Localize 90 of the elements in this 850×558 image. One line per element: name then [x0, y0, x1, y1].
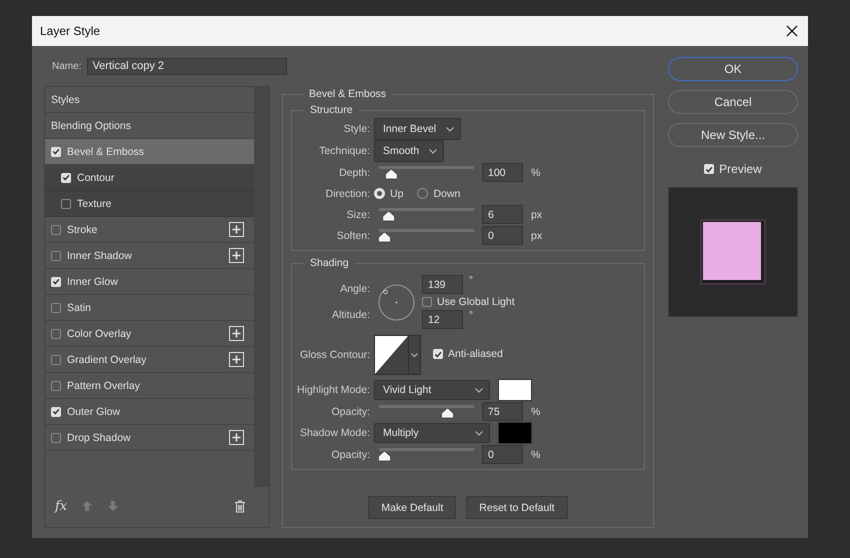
- field-label: Shadow Mode:: [298, 427, 371, 439]
- checkbox-option[interactable]: Anti-aliased: [433, 348, 503, 360]
- style-item[interactable]: Outer Glow: [45, 399, 254, 425]
- altitude-field[interactable]: 12: [422, 310, 463, 329]
- angle-dial[interactable]: [378, 284, 415, 320]
- checkbox[interactable]: [51, 432, 61, 442]
- unit-label: °: [469, 310, 473, 321]
- unit-label: %: [531, 166, 540, 178]
- preview-drawing: [699, 218, 767, 286]
- style-item[interactable]: Gradient Overlay: [45, 347, 254, 373]
- field-label: Technique:: [318, 145, 371, 157]
- color-swatch[interactable]: [498, 379, 532, 401]
- field-label: Opacity:: [330, 406, 371, 418]
- style-item[interactable]: Inner Shadow: [45, 243, 254, 269]
- style-item[interactable]: Stroke: [45, 217, 254, 243]
- checkbox-option[interactable]: Preview: [668, 162, 798, 176]
- field-label: Style:: [342, 123, 371, 135]
- color-swatch[interactable]: [498, 422, 532, 444]
- unit-label: °: [469, 275, 473, 286]
- number-field[interactable]: 0: [482, 226, 523, 245]
- style-item[interactable]: Contour: [45, 165, 254, 191]
- dialog-button[interactable]: New Style...: [668, 123, 798, 147]
- scrollbar[interactable]: [254, 87, 269, 487]
- field-label: Opacity:: [330, 448, 371, 460]
- window-title: Layer Style: [40, 24, 100, 38]
- group-title: Shading: [309, 257, 350, 269]
- field-label: Highlight Mode:: [296, 384, 371, 396]
- field-label: Soften:: [336, 230, 371, 242]
- style-item[interactable]: Drop Shadow: [45, 425, 254, 451]
- caret-icon: [429, 148, 438, 154]
- style-item[interactable]: Inner Glow: [45, 269, 254, 295]
- caret-icon: [446, 126, 454, 132]
- group-title: Structure: [309, 104, 354, 116]
- name-field[interactable]: Vertical copy 2: [87, 58, 288, 74]
- field-label: Gloss Contour:: [298, 349, 371, 361]
- checkbox[interactable]: [51, 250, 61, 260]
- plus-icon[interactable]: [229, 352, 244, 367]
- dialog-button[interactable]: OK: [668, 57, 798, 81]
- close-icon[interactable]: [786, 25, 798, 37]
- dropdown[interactable]: Multiply: [374, 423, 490, 443]
- caret-icon: [475, 388, 483, 392]
- number-field[interactable]: 6: [482, 205, 523, 224]
- slider[interactable]: [379, 228, 474, 242]
- plus-icon[interactable]: [229, 248, 244, 263]
- style-item[interactable]: Color Overlay: [45, 321, 254, 347]
- angle-field[interactable]: 139: [422, 275, 463, 294]
- number-field[interactable]: 100: [482, 163, 523, 182]
- field-label: Size:: [346, 208, 371, 220]
- radio-option[interactable]: Down: [417, 188, 460, 200]
- checkbox[interactable]: [51, 354, 61, 364]
- dialog-button[interactable]: Cancel: [668, 90, 798, 114]
- slider[interactable]: [379, 404, 474, 418]
- checkbox[interactable]: [422, 297, 432, 307]
- checkbox[interactable]: [51, 380, 61, 390]
- checkbox[interactable]: [51, 328, 61, 338]
- dropdown[interactable]: Inner Bevel: [374, 118, 462, 140]
- field-label: Angle:: [339, 283, 371, 295]
- plus-icon[interactable]: [229, 430, 244, 445]
- radio-option[interactable]: Up: [374, 188, 404, 200]
- caret-icon: [411, 353, 418, 358]
- unit-label: px: [531, 230, 542, 242]
- dropdown[interactable]: Vivid Light: [374, 380, 490, 400]
- checkbox-option[interactable]: Use Global Light: [422, 296, 515, 308]
- fx-button[interactable]: fx: [55, 498, 68, 514]
- field-label: Direction:: [324, 188, 371, 200]
- style-item[interactable]: Bevel & Emboss: [45, 139, 254, 165]
- number-field[interactable]: 0: [482, 445, 523, 464]
- plus-icon[interactable]: [229, 222, 244, 237]
- slider[interactable]: [379, 448, 474, 462]
- caret-icon: [475, 430, 483, 436]
- unit-label: px: [531, 208, 542, 220]
- field-label: Altitude:: [331, 309, 371, 321]
- panel-button[interactable]: Reset to Default: [466, 496, 568, 519]
- unit-label: %: [531, 448, 540, 460]
- name-label: Name:: [52, 60, 82, 72]
- contour-picker[interactable]: [374, 335, 421, 375]
- panel-button[interactable]: Make Default: [368, 496, 456, 519]
- slider[interactable]: [379, 166, 474, 180]
- checkbox[interactable]: [51, 302, 61, 312]
- slider[interactable]: [379, 208, 474, 222]
- plus-icon[interactable]: [229, 326, 244, 341]
- field-label: Depth:: [338, 166, 371, 178]
- checkbox[interactable]: [51, 224, 61, 234]
- style-item[interactable]: Texture: [45, 191, 254, 217]
- unit-label: %: [531, 406, 540, 418]
- number-field[interactable]: 75: [482, 402, 523, 421]
- checkbox[interactable]: [61, 198, 71, 208]
- dropdown[interactable]: Smooth: [374, 140, 444, 162]
- panel-title: Bevel & Emboss: [308, 88, 388, 100]
- trash-icon[interactable]: [234, 500, 246, 512]
